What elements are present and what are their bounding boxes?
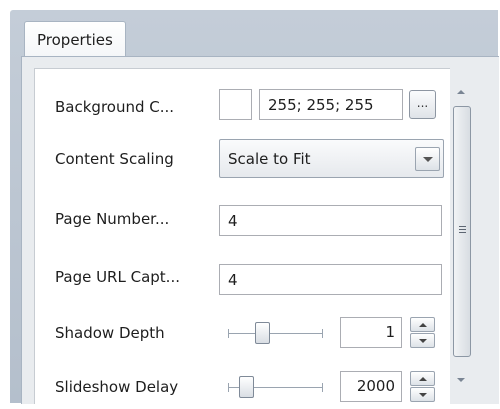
page-url-caption-input[interactable]: 4 bbox=[219, 264, 442, 295]
shadow-depth-slider-track[interactable] bbox=[228, 329, 323, 338]
page-url-caption-label: Page URL Capt... bbox=[55, 268, 180, 286]
chevron-down-icon bbox=[422, 157, 433, 162]
property-grid: Background C... 255; 255; 255 ... Conten… bbox=[34, 68, 450, 404]
row-page-url-caption: Page URL Capt... 4 bbox=[35, 255, 450, 299]
slideshow-delay-label: Slideshow Delay bbox=[55, 378, 179, 396]
arrow-up-icon bbox=[418, 323, 427, 327]
dropdown-button[interactable] bbox=[415, 147, 440, 171]
content-scaling-value: Scale to Fit bbox=[228, 150, 311, 168]
scrollbar-thumb[interactable] bbox=[453, 106, 471, 357]
background-color-label: Background C... bbox=[55, 98, 175, 116]
color-swatch[interactable] bbox=[219, 89, 252, 120]
arrow-up-icon bbox=[418, 377, 427, 381]
shadow-depth-stepper bbox=[410, 317, 435, 348]
content-scaling-label: Content Scaling bbox=[55, 150, 174, 168]
background-color-input[interactable]: 255; 255; 255 bbox=[259, 89, 403, 120]
stepper-down-button[interactable] bbox=[410, 387, 435, 402]
slideshow-delay-input[interactable]: 2000 bbox=[340, 371, 402, 402]
shadow-depth-slider-thumb[interactable] bbox=[255, 322, 270, 344]
stepper-up-button[interactable] bbox=[410, 317, 435, 332]
shadow-depth-label: Shadow Depth bbox=[55, 324, 165, 342]
vertical-scrollbar[interactable] bbox=[452, 70, 472, 403]
shadow-depth-input[interactable]: 1 bbox=[340, 317, 402, 348]
arrow-down-icon bbox=[418, 339, 427, 343]
browse-color-button[interactable]: ... bbox=[409, 90, 436, 119]
slideshow-delay-slider-thumb[interactable] bbox=[239, 376, 254, 398]
page-number-input[interactable]: 4 bbox=[219, 205, 442, 236]
row-shadow-depth: Shadow Depth 1 bbox=[35, 311, 450, 355]
tab-properties[interactable]: Properties bbox=[24, 21, 126, 57]
row-slideshow-delay: Slideshow Delay 2000 bbox=[35, 365, 450, 409]
scroll-down-icon[interactable] bbox=[457, 378, 465, 382]
slideshow-delay-stepper bbox=[410, 371, 435, 402]
scroll-up-icon[interactable] bbox=[457, 90, 465, 94]
content-scaling-select[interactable]: Scale to Fit bbox=[219, 139, 444, 178]
page-number-label: Page Number... bbox=[55, 210, 170, 228]
stepper-down-button[interactable] bbox=[410, 333, 435, 348]
stepper-up-button[interactable] bbox=[410, 371, 435, 386]
row-page-number: Page Number... 4 bbox=[35, 197, 450, 241]
row-background-color: Background C... 255; 255; 255 ... bbox=[35, 85, 450, 129]
grip-line bbox=[459, 232, 466, 233]
grip-line bbox=[459, 229, 466, 230]
row-content-scaling: Content Scaling Scale to Fit bbox=[35, 137, 450, 181]
grip-line bbox=[459, 226, 466, 227]
arrow-down-icon bbox=[418, 393, 427, 397]
